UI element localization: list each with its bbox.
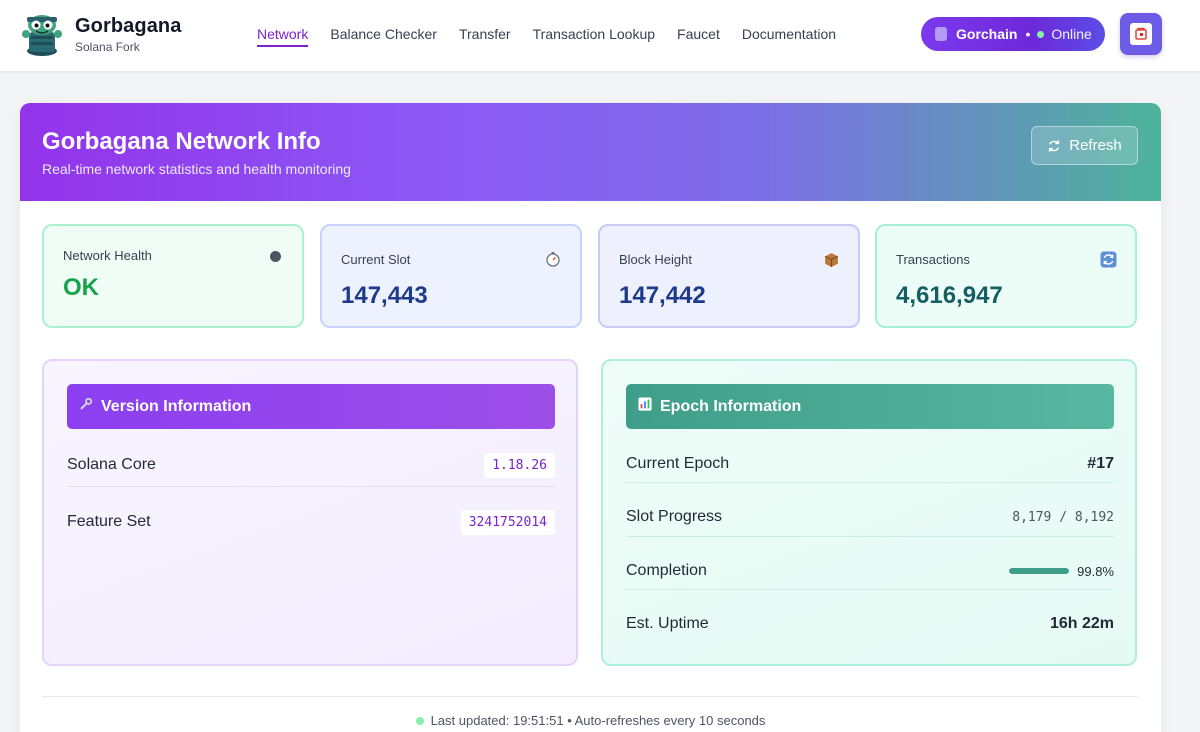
chain-status: Online xyxy=(1051,26,1092,42)
hero-banner: Gorbagana Network Info Real-time network… xyxy=(20,103,1161,201)
row-label: Solana Core xyxy=(67,456,156,473)
last-updated-text: Last updated: 19:51:51 • Auto-refreshes … xyxy=(430,713,766,728)
wallet-button[interactable] xyxy=(1120,13,1162,55)
stat-label: Transactions xyxy=(896,252,970,267)
epoch-panel-header: Epoch Information xyxy=(626,384,1114,429)
row-divider xyxy=(626,589,1114,590)
nav-link-transfer[interactable]: Transfer xyxy=(459,25,511,47)
row-label: Est. Uptime xyxy=(626,615,709,632)
version-info-panel: Version Information Solana Core 1.18.26 … xyxy=(42,359,578,666)
row-divider xyxy=(626,482,1114,483)
stat-value: 4,616,947 xyxy=(896,282,1003,309)
stat-label: Current Slot xyxy=(341,252,411,267)
row-value: 3241752014 xyxy=(460,509,555,535)
epoch-info-panel: Epoch Information Current Epoch #17 Slot… xyxy=(601,359,1137,666)
coin-icon xyxy=(935,27,947,41)
mascot-logo-icon[interactable] xyxy=(18,10,66,58)
page-title: Gorbagana Network Info xyxy=(42,128,321,155)
brand-name: Gorbagana xyxy=(75,15,182,37)
row-divider xyxy=(626,536,1114,537)
top-navbar: Gorbagana Solana Fork Network Balance Ch… xyxy=(0,0,1200,72)
brand-subtitle: Solana Fork xyxy=(75,40,140,54)
chain-separator: • xyxy=(1025,26,1031,42)
wallet-icon xyxy=(1130,23,1152,45)
nav-link-documentation[interactable]: Documentation xyxy=(742,25,836,47)
row-divider xyxy=(67,486,555,487)
completion-percent: 99.8% xyxy=(1077,563,1114,579)
chain-name: Gorchain xyxy=(956,26,1018,42)
row-label: Feature Set xyxy=(67,513,151,530)
uptime-value: 16h 22m xyxy=(1049,615,1114,632)
stat-value: 147,442 xyxy=(619,282,706,309)
version-row-feature-set: Feature Set 3241752014 xyxy=(67,509,555,535)
version-panel-title: Version Information xyxy=(101,397,252,415)
current-epoch-value: #17 xyxy=(1087,455,1114,472)
epoch-row-slot-progress: Slot Progress 8,179 / 8,192 xyxy=(626,506,1114,528)
row-label: Current Epoch xyxy=(626,455,730,472)
refresh-button[interactable]: Refresh xyxy=(1031,126,1138,165)
stat-value: OK xyxy=(63,274,99,301)
online-dot-icon xyxy=(1037,30,1045,38)
progress-bar-fill xyxy=(1009,568,1069,574)
wrench-icon xyxy=(79,397,93,416)
version-panel-header: Version Information xyxy=(67,384,555,429)
nav-link-balance-checker[interactable]: Balance Checker xyxy=(330,25,437,47)
live-status-dot-icon xyxy=(415,716,424,725)
nav-link-network[interactable]: Network xyxy=(257,25,309,47)
epoch-row-uptime: Est. Uptime 16h 22m xyxy=(626,613,1114,635)
row-value: 1.18.26 xyxy=(484,452,555,478)
stat-card-current-slot: Current Slot 147,443 xyxy=(320,224,582,328)
row-label: Slot Progress xyxy=(626,508,723,525)
bar-chart-icon xyxy=(638,397,652,416)
refresh-arrows-icon xyxy=(1099,250,1117,268)
stat-label: Network Health xyxy=(63,248,152,263)
epoch-row-completion: Completion 99.8% xyxy=(626,560,1114,582)
footer-divider xyxy=(42,696,1138,697)
refresh-icon xyxy=(1049,139,1060,152)
stat-card-network-health: Network Health OK xyxy=(42,224,304,328)
epoch-row-current: Current Epoch #17 xyxy=(626,453,1114,475)
nav-link-faucet[interactable]: Faucet xyxy=(677,25,720,47)
footer-status: Last updated: 19:51:51 • Auto-refreshes … xyxy=(20,713,1161,728)
refresh-label: Refresh xyxy=(1069,137,1122,154)
status-dot-icon xyxy=(266,247,284,265)
completion-indicator: 99.8% xyxy=(1009,564,1114,579)
stopwatch-icon xyxy=(544,250,562,268)
row-label: Completion xyxy=(626,562,707,579)
network-info-card: Gorbagana Network Info Real-time network… xyxy=(20,103,1161,732)
nav-link-transaction-lookup[interactable]: Transaction Lookup xyxy=(533,25,655,47)
version-row-solana-core: Solana Core 1.18.26 xyxy=(67,452,555,478)
epoch-panel-title: Epoch Information xyxy=(660,397,802,415)
chain-status-pill[interactable]: Gorchain • Online xyxy=(921,17,1105,51)
stat-card-block-height: Block Height 147,442 xyxy=(598,224,860,328)
stat-label: Block Height xyxy=(619,252,692,267)
stat-card-transactions: Transactions 4,616,947 xyxy=(875,224,1137,328)
main-nav: Network Balance Checker Transfer Transac… xyxy=(257,25,836,49)
progress-bar xyxy=(1009,568,1070,574)
page-subtitle: Real-time network statistics and health … xyxy=(42,161,351,177)
package-icon xyxy=(822,250,840,268)
stat-value: 147,443 xyxy=(341,282,428,309)
slot-progress-value: 8,179 / 8,192 xyxy=(1012,509,1114,525)
